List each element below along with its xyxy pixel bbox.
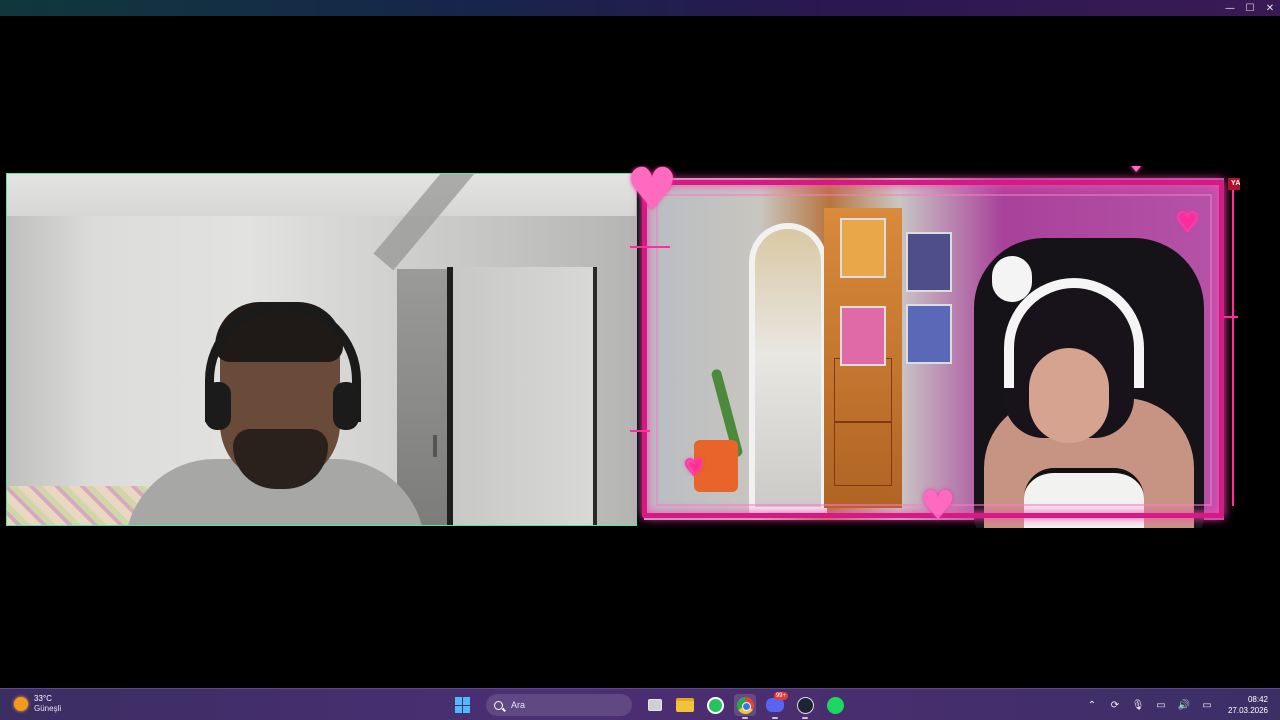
volume-icon[interactable]: 🔊	[1177, 700, 1191, 711]
chrome-button[interactable]	[734, 694, 756, 719]
window-controls: — ☐ ✕	[1220, 0, 1280, 16]
search-placeholder: Ara	[511, 700, 526, 710]
weather-temperature: 33°C	[34, 694, 52, 703]
sun-icon	[14, 697, 28, 711]
pixel-heart-icon: ♥	[626, 166, 678, 223]
spotify-button[interactable]	[824, 694, 846, 716]
whatsapp-button[interactable]	[704, 694, 726, 716]
ceiling	[7, 174, 636, 216]
close-button[interactable]: ✕	[1260, 0, 1280, 16]
discord-button[interactable]: 99+	[764, 692, 788, 719]
minimize-button[interactable]: —	[1220, 0, 1240, 16]
stream-overlay-inner-frame	[656, 194, 1212, 506]
taskbar-clock[interactable]: 08:42 27.03.2026	[1228, 694, 1268, 716]
network-icon[interactable]: ▭	[1154, 700, 1168, 711]
system-tray: ⌃ ⟳ 🎙 ▭ 🔊 ▭	[1085, 693, 1214, 717]
live-badge: YAYINDA	[1228, 178, 1240, 190]
notification-badge: 99+	[773, 692, 788, 700]
battery-icon[interactable]: ▭	[1200, 700, 1214, 711]
wardrobe-handle	[433, 435, 437, 457]
taskbar-search[interactable]: Ara	[486, 694, 632, 716]
overlay-deco-line	[1232, 186, 1234, 506]
clock-date: 27.03.2026	[1227, 706, 1268, 715]
chevron-up-icon[interactable]: ⌃	[1085, 700, 1099, 711]
search-icon	[494, 700, 503, 710]
headphone-cup-right	[333, 382, 359, 430]
maximize-button[interactable]: ☐	[1240, 0, 1260, 16]
windows-icon	[455, 697, 471, 713]
weather-widget[interactable]: 33°C Güneşli	[14, 694, 61, 714]
steam-icon	[796, 696, 814, 714]
sync-icon[interactable]: ⟳	[1108, 700, 1122, 711]
chrome-icon	[736, 696, 754, 714]
steam-button[interactable]	[794, 694, 816, 719]
clock-time: 08:42	[1247, 695, 1268, 704]
folder-icon	[676, 698, 694, 712]
active-indicator	[742, 717, 748, 719]
taskbar-apps: Ara 99+	[452, 692, 846, 719]
active-indicator	[802, 717, 808, 719]
overlay-deco-line	[630, 246, 670, 248]
task-view-icon	[648, 699, 662, 711]
webcam-feed-left	[6, 173, 637, 526]
spotify-icon	[826, 696, 844, 714]
pixel-heart-icon: ♥	[920, 483, 956, 528]
outline-heart-icon: ♥	[683, 455, 705, 482]
weather-text: 33°C Güneşli	[34, 694, 61, 714]
headphone-cup-left	[205, 382, 231, 430]
window-title-bar: — ☐ ✕	[0, 0, 1280, 16]
task-view-button[interactable]	[644, 694, 666, 716]
discord-icon	[766, 698, 784, 712]
overlay-deco-line	[630, 430, 650, 432]
file-explorer-button[interactable]	[674, 694, 696, 716]
wardrobe-door	[433, 267, 597, 525]
stream-feed-right: ♥ ♥ ♥ ♥ ♥ YAYINDA	[624, 166, 1240, 528]
whatsapp-icon	[706, 696, 724, 714]
start-button[interactable]	[452, 694, 474, 716]
microphone-icon[interactable]: 🎙	[1131, 700, 1145, 711]
outline-heart-icon: ♥	[1175, 207, 1200, 239]
small-heart-icon: ♥	[1130, 166, 1143, 176]
taskbar: 33°C Güneşli Ara 99+ ⌃ ⟳ 🎙 ▭ 🔊 ▭ 08:42 2…	[0, 688, 1280, 720]
overlay-deco-line	[1224, 316, 1238, 318]
weather-description: Güneşli	[34, 704, 62, 713]
active-indicator	[772, 717, 778, 719]
